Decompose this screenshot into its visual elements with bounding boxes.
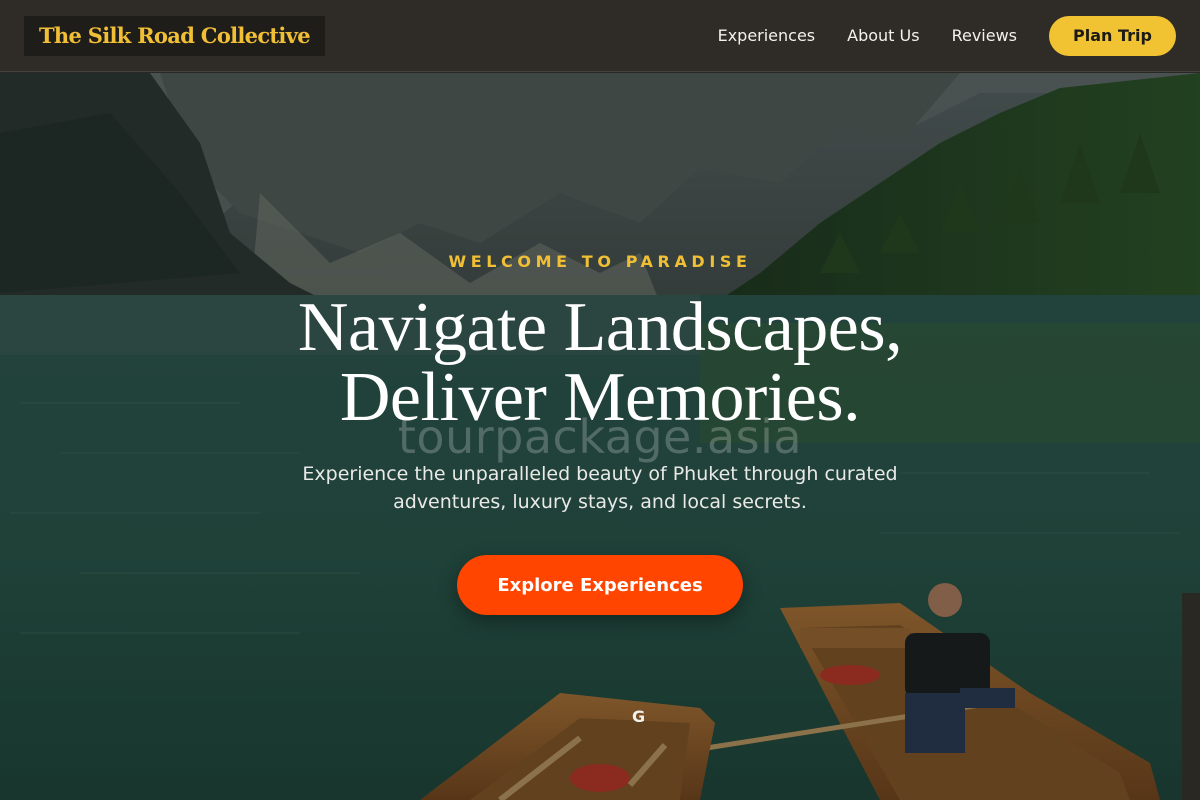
hero-section: G WELCOME TO PARADISE Navigate Landscape… xyxy=(0,73,1200,800)
nav-links: Experiences About Us Reviews Plan Trip xyxy=(718,15,1176,56)
nav-link-about-us[interactable]: About Us xyxy=(847,26,919,45)
watermark: tourpackage.asia xyxy=(397,410,803,464)
hero-eyebrow: WELCOME TO PARADISE xyxy=(448,252,752,271)
navbar: The Silk Road Collective Experiences Abo… xyxy=(0,0,1200,72)
explore-experiences-button[interactable]: Explore Experiences xyxy=(457,555,743,615)
hero-subtitle: Experience the unparalleled beauty of Ph… xyxy=(302,463,898,513)
brand-logo[interactable]: The Silk Road Collective xyxy=(24,15,325,56)
nav-link-reviews[interactable]: Reviews xyxy=(952,26,1017,45)
nav-link-experiences[interactable]: Experiences xyxy=(718,26,816,45)
boat-letter: G xyxy=(632,707,646,726)
plan-trip-button[interactable]: Plan Trip xyxy=(1049,15,1176,56)
headline-line-1: Navigate Landscapes, xyxy=(297,289,903,366)
